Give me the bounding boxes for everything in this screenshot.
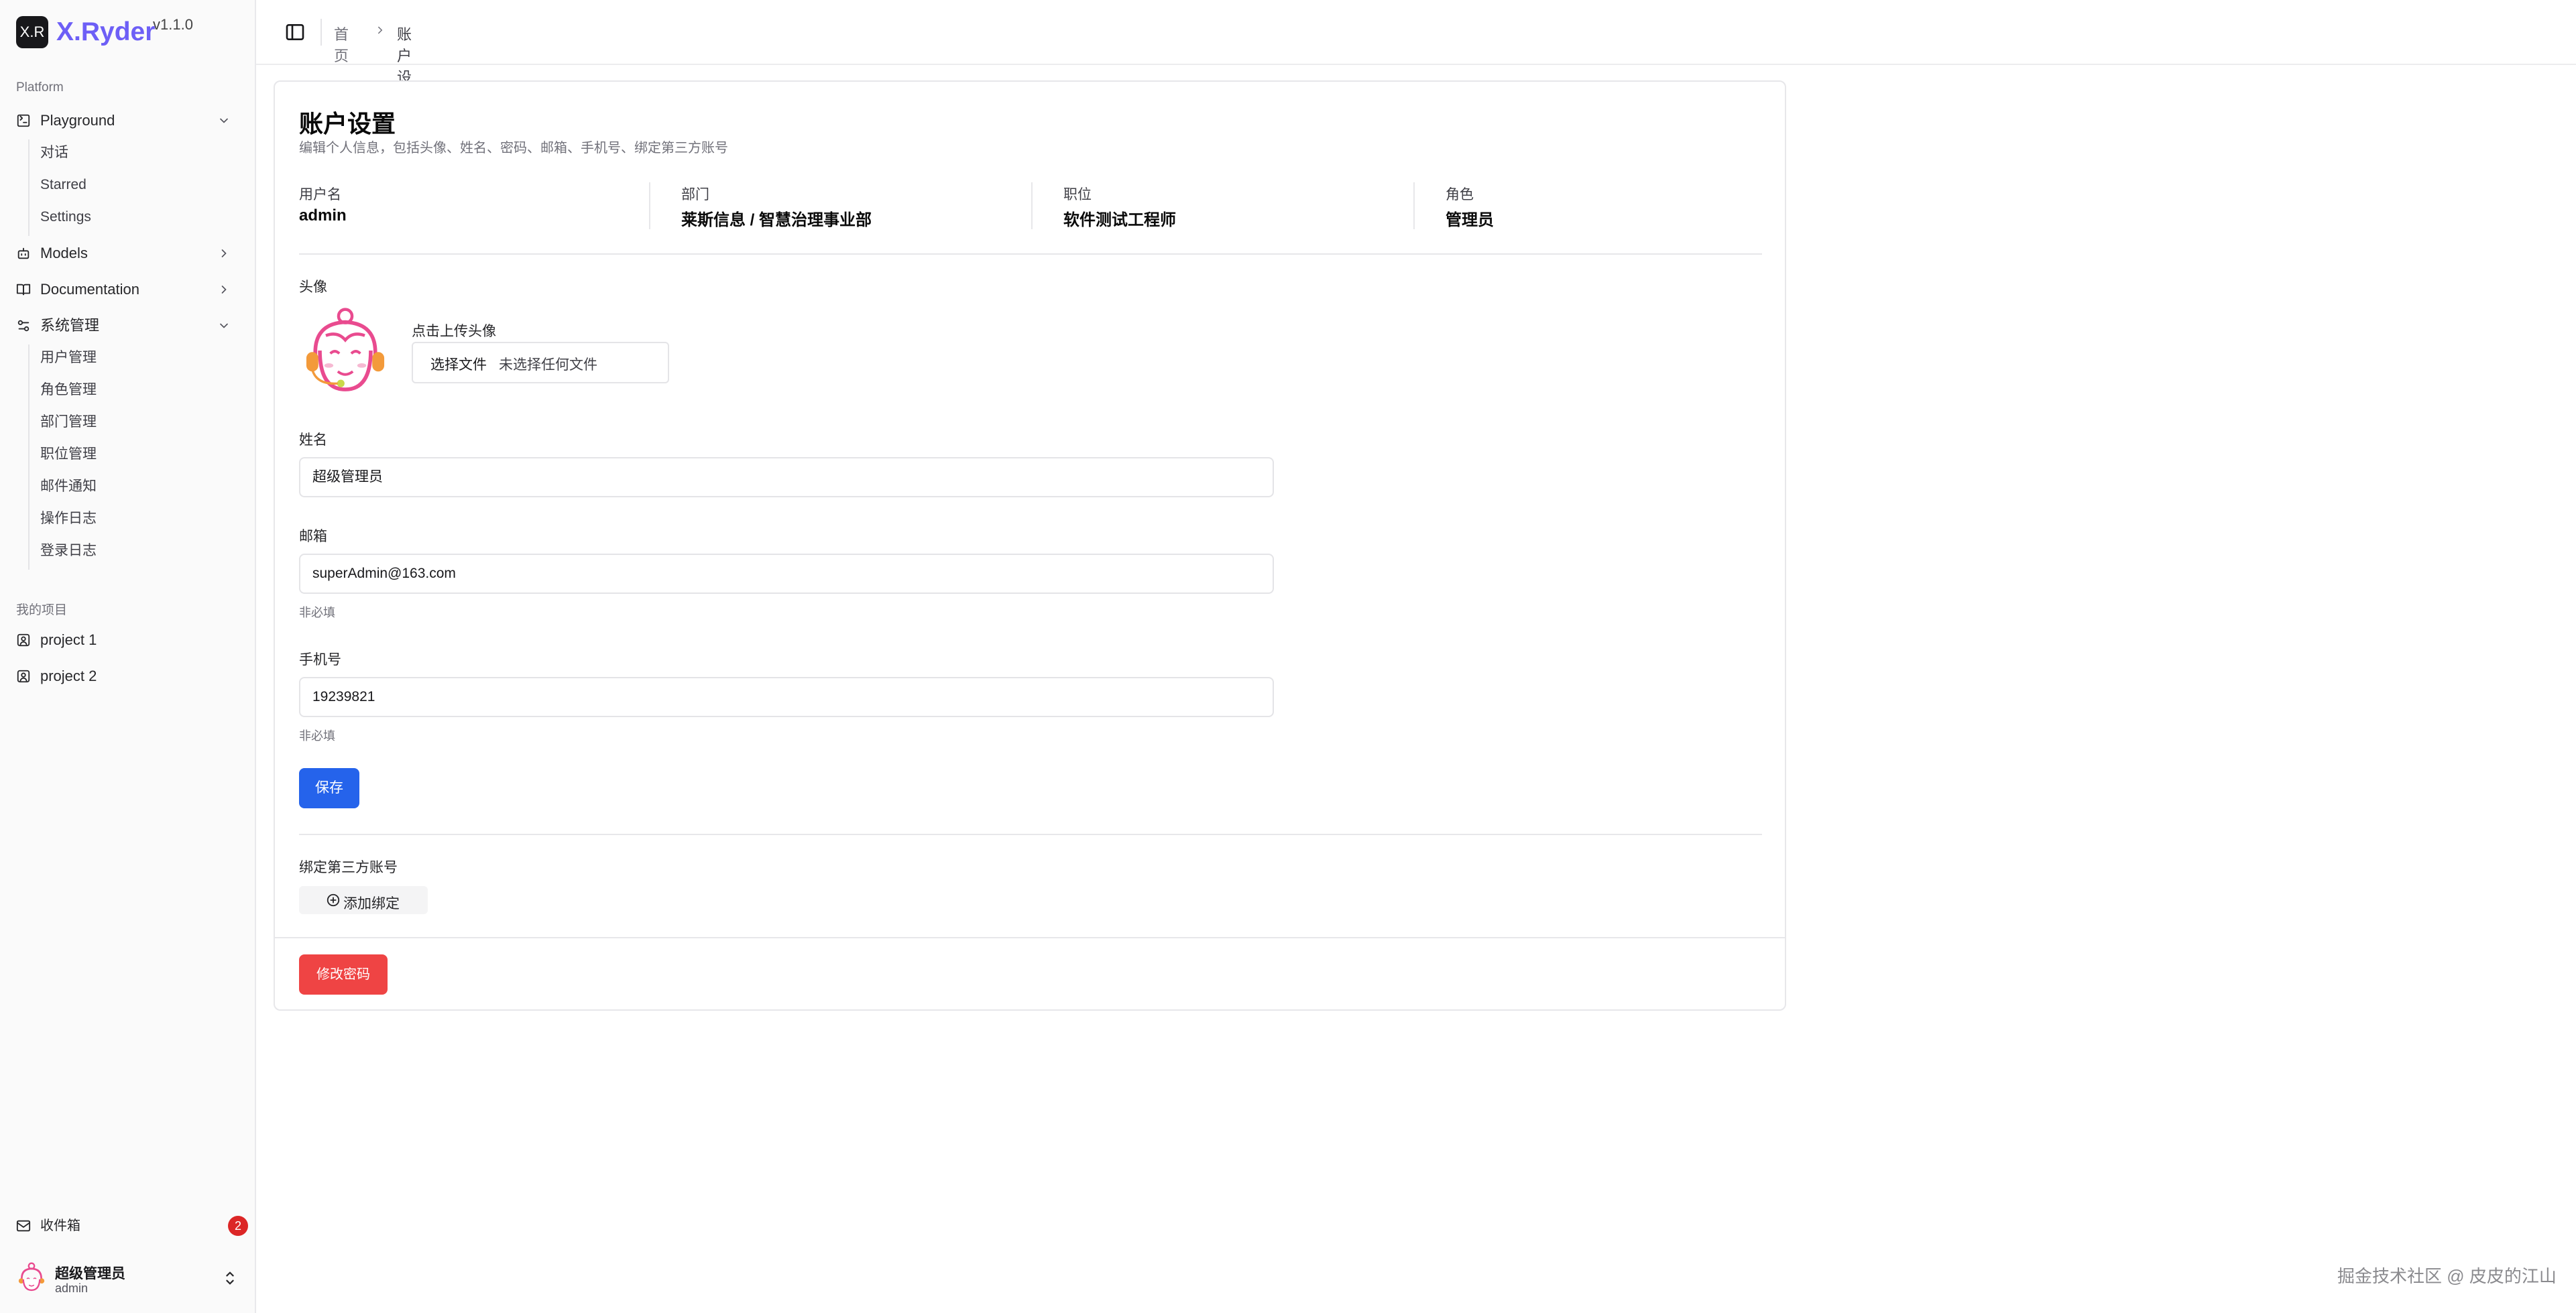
name-label: 姓名 xyxy=(299,432,327,448)
chevron-down-icon xyxy=(217,319,231,332)
brand-version: v1.1.0 xyxy=(153,16,193,33)
sidebar-item-label: project 1 xyxy=(40,631,97,648)
sidebar-item-documentation[interactable]: Documentation xyxy=(11,274,245,305)
submenu-line xyxy=(28,139,30,236)
avatar xyxy=(16,1261,47,1292)
sidebar-item-label: Playground xyxy=(40,112,115,129)
avatar-upload-hint: 点击上传头像 xyxy=(412,324,496,339)
info-username-label: 用户名 xyxy=(299,187,341,202)
projects-group-label: 我的项目 xyxy=(16,603,68,617)
user-name: 超级管理员 xyxy=(55,1266,125,1281)
info-role-value: 管理员 xyxy=(1446,211,1494,229)
card-footer-divider xyxy=(275,937,1785,938)
info-role-label: 角色 xyxy=(1446,187,1474,202)
chevrons-up-down-icon xyxy=(223,1269,237,1287)
info-department-label: 部门 xyxy=(681,187,709,202)
header-divider xyxy=(320,19,322,46)
bot-icon xyxy=(16,246,31,261)
info-department-value: 莱斯信息 / 智慧治理事业部 xyxy=(681,211,872,229)
sidebar-item-label: 系统管理 xyxy=(40,317,100,334)
page-title: 账户设置 xyxy=(299,110,396,137)
choose-file-button[interactable]: 选择文件 xyxy=(430,354,487,374)
sidebar-subitem-departments[interactable]: 部门管理 xyxy=(40,409,97,436)
sidebar-subitem-chat[interactable]: 对话 xyxy=(40,139,68,166)
sidebar-item-playground[interactable]: Playground xyxy=(11,105,245,136)
submenu-line xyxy=(28,345,30,570)
sidebar-subitem-users[interactable]: 用户管理 xyxy=(40,345,97,371)
breadcrumb-home[interactable]: 首页 xyxy=(334,23,349,66)
sidebar-item-project-1[interactable]: project 1 xyxy=(11,625,245,655)
top-header: 首页 账户设置 xyxy=(256,0,2576,107)
sidebar-subitem-roles[interactable]: 角色管理 xyxy=(40,377,97,403)
user-square-icon xyxy=(16,633,31,647)
avatar-file-input[interactable]: 选择文件 未选择任何文件 xyxy=(412,342,669,383)
info-position-label: 职位 xyxy=(1063,187,1092,202)
sidebar-subitem-mail[interactable]: 邮件通知 xyxy=(40,473,97,500)
info-divider xyxy=(1031,182,1033,229)
section-divider xyxy=(299,253,1762,255)
user-square-icon xyxy=(16,669,31,684)
sidebar: X.R X.Ryder v1.1.0 Platform Playground 对… xyxy=(0,0,256,1313)
name-input[interactable]: 超级管理员 xyxy=(299,457,1274,497)
third-party-label: 绑定第三方账号 xyxy=(299,860,398,875)
logo: X.R xyxy=(16,16,48,48)
chevron-right-icon xyxy=(217,283,231,296)
info-username-value: admin xyxy=(299,206,347,225)
platform-group-label: Platform xyxy=(16,80,64,95)
sidebar-item-label: Models xyxy=(40,245,88,261)
add-binding-label: 添加绑定 xyxy=(343,896,400,912)
email-input[interactable]: superAdmin@163.com xyxy=(299,554,1274,594)
sidebar-subitem-positions[interactable]: 职位管理 xyxy=(40,441,97,468)
email-label: 邮箱 xyxy=(299,529,327,544)
save-button[interactable]: 保存 xyxy=(299,768,359,808)
user-account: admin xyxy=(55,1281,89,1295)
inbox-count-badge: 2 xyxy=(228,1216,248,1236)
info-position-value: 软件测试工程师 xyxy=(1063,211,1176,229)
brand-name: X.Ryder xyxy=(56,17,156,46)
account-settings-card: 账户设置 编辑个人信息，包括头像、姓名、密码、邮箱、手机号、绑定第三方账号 用户… xyxy=(274,80,1786,1011)
change-password-button[interactable]: 修改密码 xyxy=(299,954,388,995)
page-subtitle: 编辑个人信息，包括头像、姓名、密码、邮箱、手机号、绑定第三方账号 xyxy=(299,141,728,155)
mail-icon xyxy=(16,1218,31,1233)
sidebar-subitem-starred[interactable]: Starred xyxy=(40,172,86,198)
user-menu[interactable]: 超级管理员 admin xyxy=(11,1255,245,1302)
plus-circle-icon xyxy=(326,893,341,908)
sidebar-item-system[interactable]: 系统管理 xyxy=(11,310,245,341)
phone-label: 手机号 xyxy=(299,652,341,668)
sidebar-item-models[interactable]: Models xyxy=(11,238,245,269)
chevron-right-icon xyxy=(217,247,231,260)
sidebar-item-inbox[interactable]: 收件箱 xyxy=(11,1210,245,1241)
sidebar-item-label: Documentation xyxy=(40,281,139,298)
phone-input[interactable]: 19239821 xyxy=(299,677,1274,717)
phone-hint: 非必填 xyxy=(299,729,335,743)
settings-2-icon xyxy=(16,318,31,333)
sidebar-item-label: project 2 xyxy=(40,668,97,684)
avatar-preview[interactable] xyxy=(300,306,390,395)
add-binding-button[interactable]: 添加绑定 xyxy=(299,886,428,914)
terminal-square-icon xyxy=(16,113,31,128)
info-divider xyxy=(1413,182,1415,229)
chevron-down-icon xyxy=(217,114,231,127)
file-status-text: 未选择任何文件 xyxy=(499,357,597,373)
sidebar-subitem-login-log[interactable]: 登录日志 xyxy=(40,538,97,564)
panel-left-icon[interactable] xyxy=(284,21,306,43)
section-divider xyxy=(299,834,1762,835)
sidebar-item-project-2[interactable]: project 2 xyxy=(11,661,245,692)
email-hint: 非必填 xyxy=(299,606,335,619)
avatar-label: 头像 xyxy=(299,279,327,295)
chevron-right-icon xyxy=(374,24,386,36)
sidebar-subitem-settings[interactable]: Settings xyxy=(40,204,91,231)
sidebar-item-label: 收件箱 xyxy=(40,1218,80,1233)
watermark-text: 掘金技术社区 @ 皮皮的江山 xyxy=(2337,1266,2557,1286)
info-divider xyxy=(649,182,650,229)
book-open-icon xyxy=(16,282,31,297)
sidebar-subitem-operation-log[interactable]: 操作日志 xyxy=(40,505,97,532)
